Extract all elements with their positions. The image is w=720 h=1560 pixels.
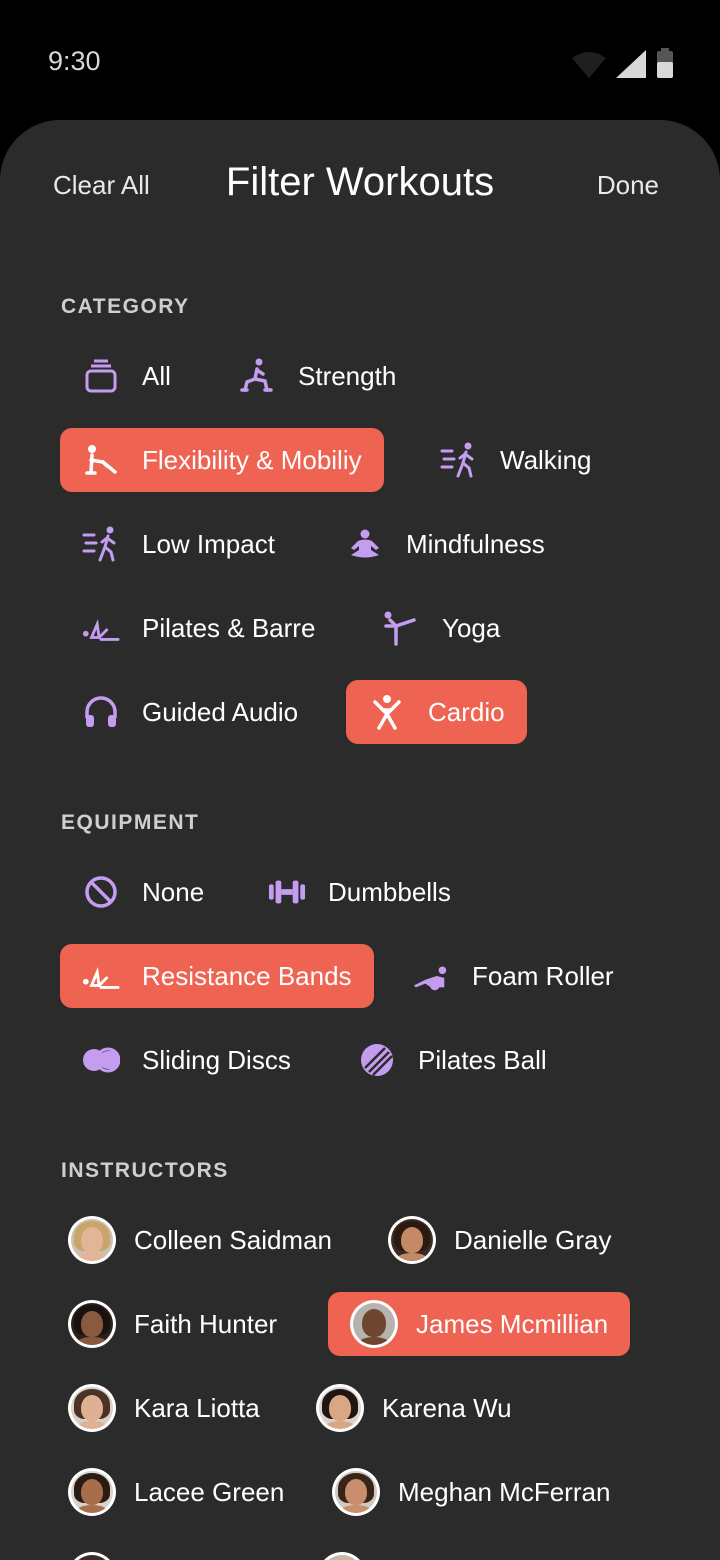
status-time: 9:30 xyxy=(48,46,101,76)
pilates-ball-icon xyxy=(358,1041,396,1079)
category-chip-yoga[interactable]: Yoga xyxy=(360,596,522,660)
meditation-icon xyxy=(346,525,384,563)
foam-roller-icon xyxy=(412,957,450,995)
headphones-icon xyxy=(82,693,120,731)
avatar xyxy=(332,1468,380,1516)
sheet-header: Clear All Filter Workouts Done xyxy=(0,160,720,210)
category-section-label: CATEGORY xyxy=(61,295,190,318)
sliding-discs-icon xyxy=(82,1041,120,1079)
instructor-chip[interactable]: James Mcmillian xyxy=(328,1292,631,1356)
instructor-name: Colleen Saidman xyxy=(134,1224,333,1255)
instructor-chip[interactable]: Lacee Green xyxy=(46,1460,306,1524)
equipment-chip-label: None xyxy=(142,876,205,907)
avatar xyxy=(68,1216,116,1264)
equipment-chip-label: Foam Roller xyxy=(472,960,614,991)
instructor-name: Karena Wu xyxy=(382,1392,512,1423)
lunge-icon xyxy=(238,357,276,395)
equipment-chip-sliding-discs[interactable]: Sliding Discs xyxy=(60,1028,313,1092)
instructor-chip-partial[interactable] xyxy=(296,1544,388,1560)
status-bar: 9:30 xyxy=(0,0,720,120)
avatar xyxy=(68,1300,116,1348)
instructor-chip-partial[interactable] xyxy=(46,1544,138,1560)
stretch-icon xyxy=(82,441,120,479)
equipment-chip-label: Resistance Bands xyxy=(142,960,352,991)
instructors-section-label: INSTRUCTORS xyxy=(61,1159,229,1182)
avatar xyxy=(68,1468,116,1516)
instructor-name: Kara Liotta xyxy=(134,1392,260,1423)
wifi-icon xyxy=(572,52,606,78)
avatar xyxy=(68,1552,116,1560)
category-chip-flexibility[interactable]: Flexibility & Mobiliy xyxy=(60,428,384,492)
low-impact-icon xyxy=(82,525,120,563)
category-chip-guided-audio[interactable]: Guided Audio xyxy=(60,680,320,744)
instructor-name: Lacee Green xyxy=(134,1476,285,1507)
category-chip-low-impact[interactable]: Low Impact xyxy=(60,512,297,576)
equipment-chip-resistance-bands[interactable]: Resistance Bands xyxy=(60,944,374,1008)
equipment-chip-label: Pilates Ball xyxy=(418,1044,547,1075)
status-icons xyxy=(572,48,674,78)
instructor-chip[interactable]: Karena Wu xyxy=(294,1376,534,1440)
category-chip-label: Cardio xyxy=(428,696,505,727)
category-chip-label: Pilates & Barre xyxy=(142,612,316,643)
walking-icon xyxy=(440,441,478,479)
equipment-chip-pilates-ball[interactable]: Pilates Ball xyxy=(336,1028,569,1092)
instructor-chip[interactable]: Faith Hunter xyxy=(46,1292,299,1356)
category-chip-mindfulness[interactable]: Mindfulness xyxy=(324,512,567,576)
filter-sheet: Clear All Filter Workouts Done CATEGORY … xyxy=(0,120,720,1560)
category-chip-label: Strength xyxy=(298,360,397,391)
category-chip-pilates[interactable]: Pilates & Barre xyxy=(60,596,337,660)
equipment-chip-label: Sliding Discs xyxy=(142,1044,291,1075)
avatar xyxy=(318,1552,366,1560)
signal-icon xyxy=(616,50,646,78)
instructor-name: Faith Hunter xyxy=(134,1308,278,1339)
category-chip-label: Yoga xyxy=(442,612,501,643)
instructor-chip[interactable]: Danielle Gray xyxy=(366,1208,634,1272)
instructor-chip[interactable]: Colleen Saidman xyxy=(46,1208,354,1272)
category-chip-all[interactable]: All xyxy=(60,344,193,408)
avatar xyxy=(388,1216,436,1264)
instructor-name: Danielle Gray xyxy=(454,1224,612,1255)
equipment-chip-dumbbells[interactable]: Dumbbells xyxy=(246,860,473,924)
stack-icon xyxy=(82,357,120,395)
equipment-chip-label: Dumbbells xyxy=(328,876,451,907)
category-chip-cardio[interactable]: Cardio xyxy=(346,680,527,744)
category-chip-strength[interactable]: Strength xyxy=(216,344,418,408)
yoga-icon xyxy=(382,609,420,647)
done-button[interactable]: Done xyxy=(597,170,659,201)
category-chip-label: Walking xyxy=(500,444,592,475)
instructor-chip[interactable]: Meghan McFerran xyxy=(310,1460,632,1524)
battery-icon xyxy=(657,48,673,78)
instructor-chip[interactable]: Kara Liotta xyxy=(46,1376,282,1440)
category-chip-label: All xyxy=(142,360,171,391)
category-chip-label: Guided Audio xyxy=(142,696,299,727)
equipment-chip-none[interactable]: None xyxy=(60,860,226,924)
equipment-section-label: EQUIPMENT xyxy=(61,811,200,834)
jumping-jack-icon xyxy=(368,693,406,731)
dumbbell-icon xyxy=(268,873,306,911)
avatar xyxy=(68,1384,116,1432)
resistance-band-icon xyxy=(82,957,120,995)
category-chip-label: Flexibility & Mobiliy xyxy=(142,444,362,475)
avatar xyxy=(316,1384,364,1432)
category-chip-label: Mindfulness xyxy=(406,528,545,559)
instructor-name: James Mcmillian xyxy=(416,1308,609,1339)
equipment-chip-foam-roller[interactable]: Foam Roller xyxy=(390,944,636,1008)
instructor-name: Meghan McFerran xyxy=(398,1476,611,1507)
category-chip-walking[interactable]: Walking xyxy=(418,428,614,492)
pilates-icon xyxy=(82,609,120,647)
none-icon xyxy=(82,873,120,911)
category-chip-label: Low Impact xyxy=(142,528,275,559)
avatar xyxy=(350,1300,398,1348)
